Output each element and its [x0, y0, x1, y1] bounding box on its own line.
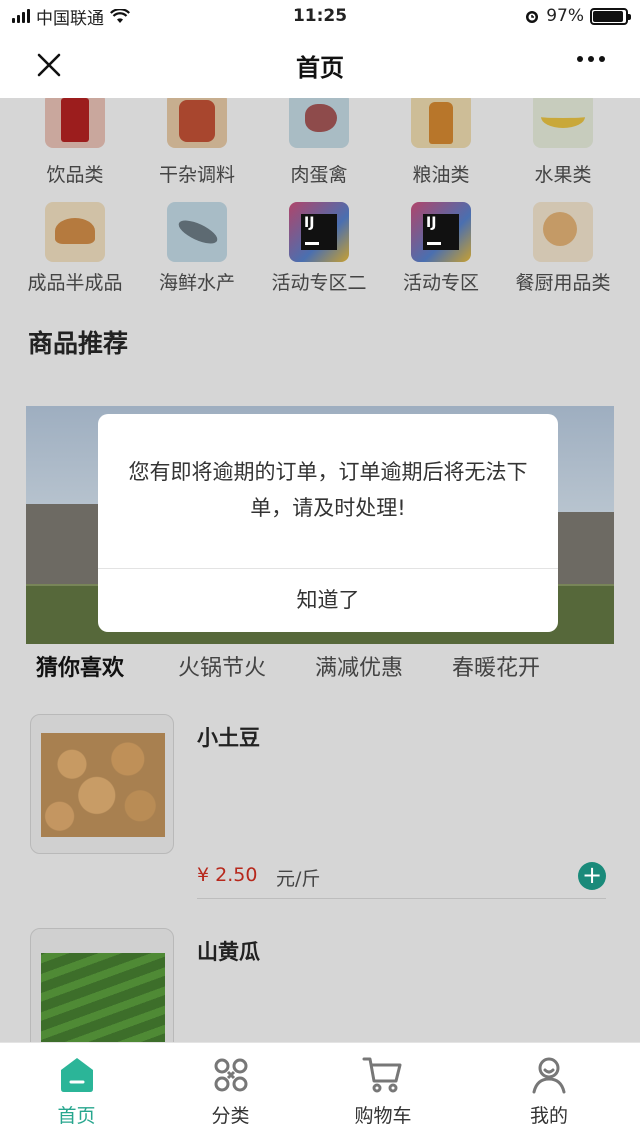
- ham-leg-icon: [289, 98, 349, 148]
- status-right: 97%: [524, 6, 631, 26]
- product-tabs: 猜你喜欢 火锅节火 满减优惠 春暖花开: [0, 646, 640, 686]
- tabbar-label: 我的: [529, 1105, 568, 1127]
- category-grain-oil[interactable]: 粮油类: [380, 98, 502, 187]
- cola-can-icon: [45, 98, 105, 148]
- category-drinks[interactable]: 饮品类: [14, 98, 136, 187]
- home-icon: [60, 1058, 93, 1092]
- profile-icon: [532, 1057, 566, 1094]
- category-label: 活动专区: [402, 272, 479, 294]
- tabbar-profile[interactable]: 我的: [458, 1043, 640, 1138]
- product-name: 山黄瓜: [197, 940, 260, 964]
- product-price: ¥ 2.50: [197, 864, 258, 886]
- tab-guess-you-like[interactable]: 猜你喜欢: [36, 650, 124, 682]
- status-bar: 中国联通 11:25 97%: [0, 0, 640, 32]
- banner-building-right: [554, 512, 614, 584]
- category-label: 干杂调料: [158, 164, 235, 186]
- tabbar-category[interactable]: 分类: [153, 1043, 308, 1138]
- fish-icon: [167, 202, 227, 262]
- product-item[interactable]: 小土豆 ¥ 2.50 元/斤 +: [0, 696, 640, 899]
- tabbar-label: 首页: [57, 1105, 96, 1127]
- close-icon[interactable]: [34, 50, 64, 80]
- category-label: 水果类: [534, 164, 592, 186]
- tab-hotpot[interactable]: 火锅节火: [178, 650, 266, 682]
- banana-icon: [533, 98, 593, 148]
- bottom-tab-bar: 首页 分类 购物车 我的: [0, 1042, 640, 1138]
- category-fruit[interactable]: 水果类: [502, 98, 624, 187]
- category-promo[interactable]: IJ 活动专区: [380, 202, 502, 295]
- category-prepared-food[interactable]: 成品半成品: [14, 202, 136, 295]
- wifi-icon: [110, 8, 130, 23]
- product-item[interactable]: 山黄瓜: [0, 910, 640, 1042]
- tabbar-cart[interactable]: 购物车: [308, 1043, 458, 1138]
- category-label: 肉蛋禽: [290, 164, 348, 186]
- add-to-cart-button[interactable]: +: [578, 862, 606, 890]
- banner-building-left: [26, 504, 98, 584]
- category-promo-2[interactable]: IJ 活动专区二: [258, 202, 380, 295]
- ij-badge: IJ: [304, 215, 315, 231]
- category-label: 活动专区二: [271, 272, 367, 294]
- category-icon: [214, 1058, 247, 1092]
- battery-percent: 97%: [546, 6, 584, 26]
- category-label: 粮油类: [412, 164, 470, 186]
- status-left: 中国联通: [12, 4, 130, 29]
- croissant-icon: [45, 202, 105, 262]
- tabbar-home[interactable]: 首页: [0, 1043, 153, 1138]
- ij-logo-icon: IJ: [289, 202, 349, 262]
- cart-icon: [362, 1057, 402, 1093]
- alarm-icon: [526, 11, 539, 23]
- category-seafood[interactable]: 海鲜水产: [136, 202, 258, 295]
- category-label: 成品半成品: [27, 272, 123, 294]
- tab-spring[interactable]: 春暖花开: [452, 650, 540, 682]
- nav-bar: 首页: [0, 32, 640, 98]
- category-row-1: 饮品类 干杂调料 肉蛋禽 粮油类 水果类: [0, 98, 640, 187]
- ij-logo-icon: IJ: [411, 202, 471, 262]
- ladle-icon: [533, 202, 593, 262]
- product-unit: 元/斤: [276, 868, 321, 890]
- ij-badge: IJ: [426, 215, 437, 231]
- tabbar-label: 分类: [211, 1105, 250, 1127]
- overdue-order-dialog: 您有即将逾期的订单，订单逾期后将无法下单，请及时处理! 知道了: [98, 414, 558, 632]
- oil-bottle-icon: [411, 98, 471, 148]
- product-image-potato: [30, 714, 174, 854]
- divider: [197, 898, 606, 899]
- category-row-2: 成品半成品 海鲜水产 IJ 活动专区二 IJ 活动专区 餐厨用品类: [0, 202, 640, 295]
- dialog-confirm-button[interactable]: 知道了: [98, 569, 558, 632]
- battery-icon: [590, 7, 631, 25]
- signal-icon: [12, 9, 30, 23]
- section-title: 商品推荐: [28, 329, 129, 358]
- category-label: 餐厨用品类: [515, 272, 611, 294]
- category-dry-goods[interactable]: 干杂调料: [136, 98, 258, 187]
- category-meat-eggs[interactable]: 肉蛋禽: [258, 98, 380, 187]
- product-name: 小土豆: [197, 726, 260, 750]
- more-icon[interactable]: [576, 54, 606, 64]
- tab-discount[interactable]: 满减优惠: [315, 650, 403, 682]
- sauce-jar-icon: [167, 98, 227, 148]
- category-label: 饮品类: [46, 164, 104, 186]
- status-time: 11:25: [292, 6, 348, 26]
- page-title: 首页: [296, 53, 344, 82]
- category-kitchenware[interactable]: 餐厨用品类: [502, 202, 624, 295]
- carrier-label: 中国联通: [36, 8, 104, 29]
- tabbar-label: 购物车: [354, 1105, 412, 1127]
- category-label: 海鲜水产: [158, 272, 235, 294]
- dialog-message: 您有即将逾期的订单，订单逾期后将无法下单，请及时处理!: [128, 460, 528, 520]
- product-image-cucumber: [30, 928, 174, 1042]
